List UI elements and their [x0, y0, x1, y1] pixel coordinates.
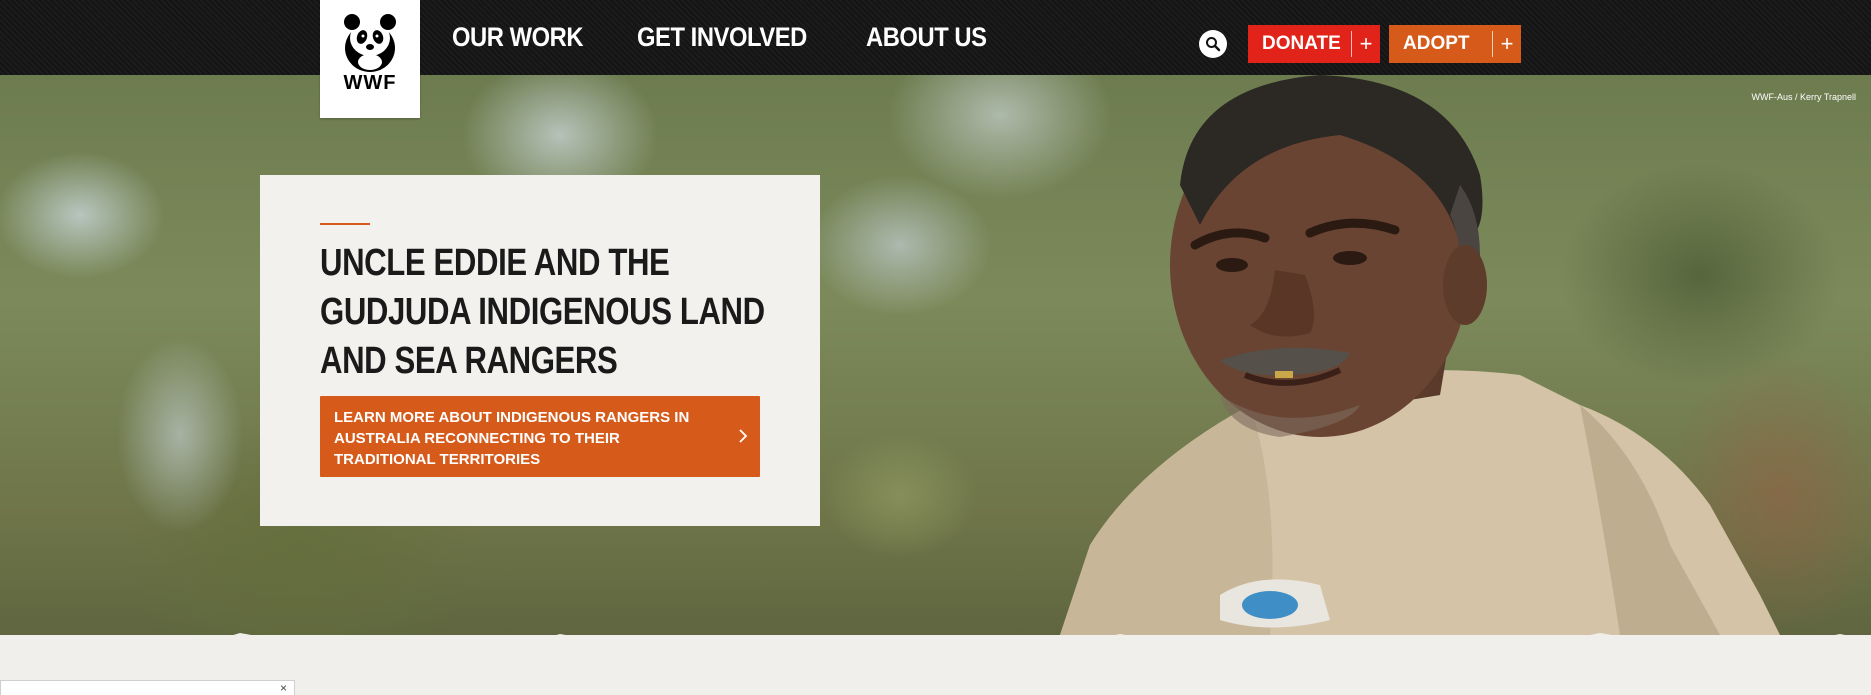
nav-item-get-involved[interactable]: GET INVOLVED: [637, 22, 807, 53]
photo-credit: WWF-Aus / Kerry Trapnell: [1751, 92, 1856, 102]
plus-icon: +: [1351, 31, 1380, 57]
accent-rule: [320, 223, 370, 225]
learn-more-button[interactable]: LEARN MORE ABOUT INDIGENOUS RANGERS IN A…: [320, 396, 760, 477]
torn-paper-edge: [80, 633, 1846, 635]
donate-button[interactable]: DONATE +: [1248, 25, 1380, 63]
panda-icon: [344, 14, 396, 72]
learn-more-label: LEARN MORE ABOUT INDIGENOUS RANGERS IN A…: [334, 409, 690, 468]
plus-icon: +: [1492, 31, 1521, 57]
nav-item-our-work[interactable]: OUR WORK: [452, 22, 584, 53]
logo-wordmark: WWF: [343, 72, 397, 94]
close-icon[interactable]: ×: [280, 682, 287, 694]
bottom-popup-panel: [0, 680, 295, 695]
search-button[interactable]: [1199, 30, 1227, 58]
feature-title: UNCLE EDDIE AND THE GUDJUDA INDIGENOUS L…: [320, 242, 765, 382]
donate-label: DONATE: [1262, 33, 1341, 54]
feature-card: UNCLE EDDIE AND THE GUDJUDA INDIGENOUS L…: [260, 175, 820, 526]
adopt-label: ADOPT: [1403, 33, 1470, 54]
nav-item-about-us[interactable]: ABOUT US: [866, 22, 987, 53]
search-icon: [1206, 37, 1221, 52]
chevron-right-icon: [739, 429, 748, 443]
main-nav: OUR WORK GET INVOLVED ABOUT US: [452, 22, 1003, 53]
adopt-button[interactable]: ADOPT +: [1389, 25, 1521, 63]
wwf-logo[interactable]: WWF: [320, 0, 420, 118]
hero-photo-ranger: [1060, 75, 1780, 635]
